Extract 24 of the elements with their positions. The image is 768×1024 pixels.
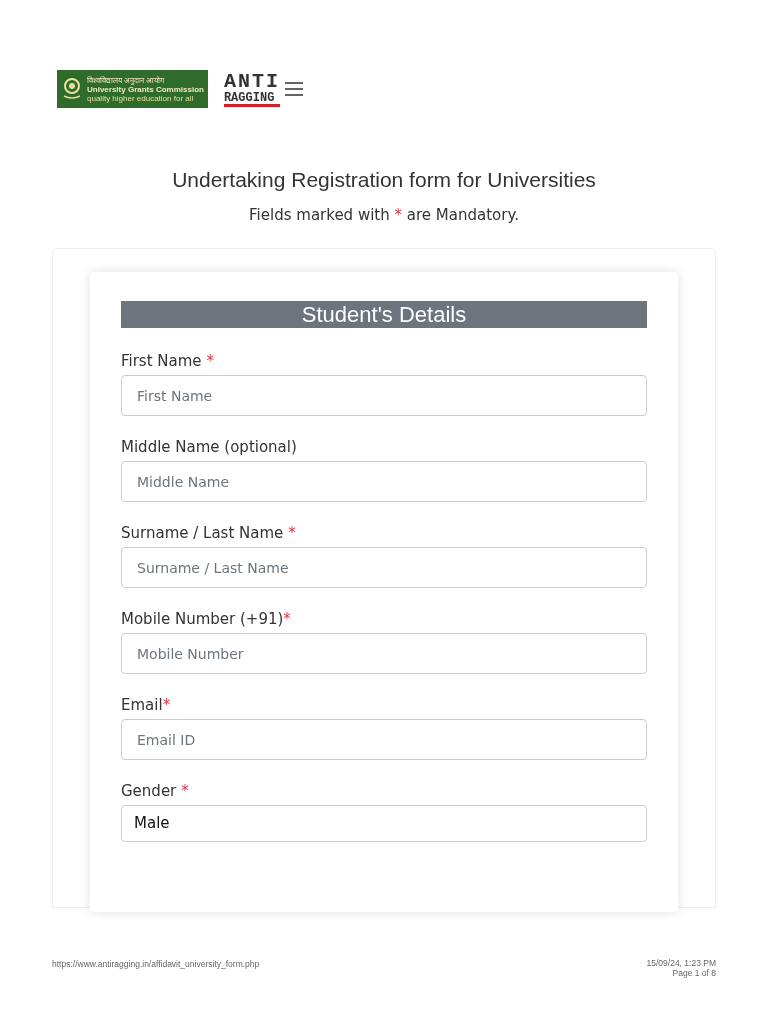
field-label: Mobile Number (+91)* — [121, 610, 292, 629]
logo-anti-text: ANTI — [223, 71, 280, 92]
form-title: Undertaking Registration form for Universities — [171, 167, 597, 193]
page-url: https://www.antiragging.in/affidavit_university_form.php — [52, 958, 260, 971]
text-field[interactable]: Email ID — [121, 719, 647, 760]
logo-name-text: University Grants Commission — [87, 84, 204, 94]
section-header: Student's Details — [121, 301, 647, 328]
logo-tagline-text: quality higher education for all — [87, 93, 195, 103]
menu-icon[interactable] — [283, 81, 304, 97]
gender-select[interactable]: Male — [121, 805, 647, 842]
field-label: Email* — [121, 696, 172, 715]
field-label: Surname / Last Name * — [121, 524, 297, 543]
emblem-icon — [61, 76, 83, 102]
field-label: Middle Name (optional) — [121, 438, 298, 457]
text-field[interactable]: Surname / Last Name — [121, 547, 647, 588]
text-field[interactable]: Mobile Number — [121, 633, 647, 674]
print-date: 15/09/24, 1:23 PM — [646, 958, 716, 968]
text-field[interactable]: Middle Name — [121, 461, 647, 502]
page-number: Page 1 of 8 — [672, 968, 716, 978]
logo-ragging-text: RAGGING — [223, 91, 280, 107]
field-label: Gender * — [121, 782, 190, 801]
mandatory-note: Fields marked with * are Mandatory. — [248, 204, 520, 226]
text-field[interactable]: First Name — [121, 375, 647, 416]
field-label: First Name * — [121, 352, 216, 371]
